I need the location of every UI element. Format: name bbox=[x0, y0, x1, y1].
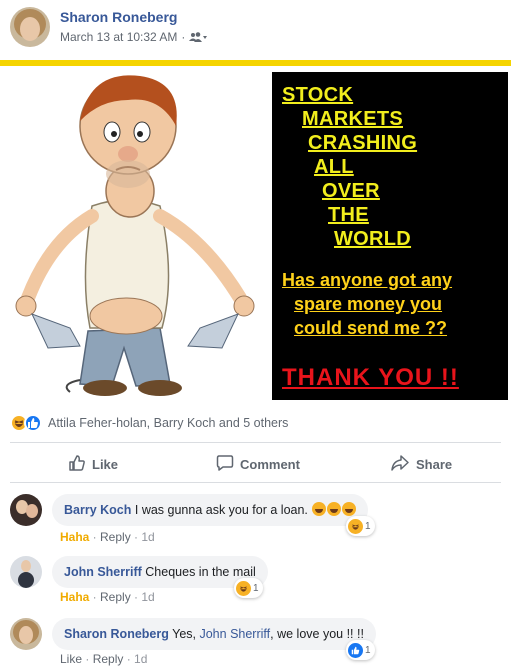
mention-link[interactable]: John Sherriff bbox=[199, 627, 270, 641]
divider bbox=[10, 442, 501, 443]
meme-thanks: THANK YOU !! bbox=[282, 364, 459, 391]
post-action-bar: Like Comment Share bbox=[0, 446, 511, 482]
meme-canvas: STOCK MARKETS CRASHING ALL OVER THE WORL… bbox=[0, 66, 511, 400]
meme-question-line: spare money you bbox=[294, 294, 443, 314]
meme-line: ALL bbox=[314, 156, 354, 178]
comment-reaction-count: 1 bbox=[365, 520, 371, 532]
meme-line: THE bbox=[328, 204, 369, 226]
comment-bubble: Sharon Roneberg Yes, John Sherriff, we l… bbox=[52, 618, 376, 650]
comment-item: Sharon Roneberg Yes, John Sherriff, we l… bbox=[10, 618, 501, 668]
comment-reaction-count: 1 bbox=[253, 582, 259, 594]
like-button-label: Like bbox=[92, 457, 119, 472]
comment-meta: Haha · Reply · 1d bbox=[60, 530, 155, 544]
friends-icon[interactable] bbox=[189, 32, 208, 42]
haha-icon bbox=[236, 580, 251, 596]
commenter-name[interactable]: Barry Koch bbox=[64, 503, 131, 517]
comment-text: , we love you !! !! bbox=[270, 627, 364, 641]
meme-line: MARKETS bbox=[302, 108, 403, 130]
meme-text-panel: STOCK MARKETS CRASHING ALL OVER THE WORL… bbox=[272, 72, 508, 400]
laughing-emoji-icon bbox=[312, 502, 327, 516]
meta-separator: · bbox=[181, 30, 186, 44]
comment-text: Yes, bbox=[172, 627, 196, 641]
comment-age[interactable]: 1d bbox=[141, 530, 154, 544]
comment-button-label: Comment bbox=[240, 457, 300, 472]
comment-reaction-count: 1 bbox=[365, 644, 371, 656]
post-header: Sharon Roneberg March 13 at 10:32 AM · bbox=[0, 0, 511, 60]
comment-meta: Like · Reply · 1d bbox=[60, 652, 148, 666]
comment-button[interactable]: Comment bbox=[216, 454, 300, 475]
comment-text: Cheques in the mail bbox=[145, 565, 256, 579]
comment-reaction-badge[interactable]: 1 bbox=[346, 516, 375, 536]
like-icon bbox=[24, 414, 42, 432]
commenter-name[interactable]: Sharon Roneberg bbox=[64, 627, 169, 641]
post-timestamp[interactable]: March 13 at 10:32 AM bbox=[60, 30, 177, 44]
author-avatar[interactable] bbox=[10, 7, 50, 47]
like-icon bbox=[348, 642, 363, 658]
post-image[interactable]: STOCK MARKETS CRASHING ALL OVER THE WORL… bbox=[0, 60, 511, 400]
laughing-emoji-icon bbox=[327, 502, 342, 516]
comment-like-link[interactable]: Like bbox=[60, 652, 82, 666]
laughing-emoji-icon bbox=[342, 502, 357, 516]
reactions-summary[interactable]: Attila Feher-holan, Barry Koch and 5 oth… bbox=[10, 412, 288, 434]
comment-text: I was gunna ask you for a loan. bbox=[134, 503, 308, 517]
comment-bubble: Barry Koch I was gunna ask you for a loa… bbox=[52, 494, 369, 526]
comment-age[interactable]: 1d bbox=[134, 652, 147, 666]
comment-age[interactable]: 1d bbox=[141, 590, 154, 604]
comment-reaction-label[interactable]: Haha bbox=[60, 590, 89, 604]
like-button[interactable]: Like bbox=[68, 454, 118, 475]
post-author-name[interactable]: Sharon Roneberg bbox=[60, 9, 177, 25]
meme-question-line: could send me ?? bbox=[294, 318, 448, 338]
reaction-names[interactable]: Attila Feher-holan, Barry Koch and 5 oth… bbox=[48, 416, 288, 430]
reply-link[interactable]: Reply bbox=[100, 530, 131, 544]
meme-line: WORLD bbox=[334, 228, 412, 250]
meme-line: STOCK bbox=[282, 84, 354, 106]
haha-icon bbox=[348, 518, 363, 534]
commenter-avatar[interactable] bbox=[10, 618, 42, 650]
commenter-avatar[interactable] bbox=[10, 556, 42, 588]
reply-link[interactable]: Reply bbox=[100, 590, 131, 604]
share-button-label: Share bbox=[416, 457, 453, 472]
reply-link[interactable]: Reply bbox=[93, 652, 124, 666]
comment-reaction-badge[interactable]: 1 bbox=[234, 578, 263, 598]
comment-bubble-icon bbox=[216, 454, 234, 475]
comment-reaction-badge[interactable]: 1 bbox=[346, 640, 375, 660]
share-button[interactable]: Share bbox=[390, 454, 452, 475]
comment-item: John Sherriff Cheques in the mail 1 Haha… bbox=[10, 556, 501, 608]
comment-item: Barry Koch I was gunna ask you for a loa… bbox=[10, 494, 501, 548]
commenter-avatar[interactable] bbox=[10, 494, 42, 526]
share-arrow-icon bbox=[390, 454, 410, 475]
meme-line: CRASHING bbox=[308, 132, 418, 154]
post-meta: March 13 at 10:32 AM · bbox=[60, 30, 208, 44]
thumbs-up-icon bbox=[68, 454, 86, 475]
divider bbox=[10, 482, 501, 483]
meme-line: OVER bbox=[322, 180, 380, 202]
cartoon-man-illustration bbox=[15, 75, 255, 396]
comment-meta: Haha · Reply · 1d bbox=[60, 590, 155, 604]
commenter-name[interactable]: John Sherriff bbox=[64, 565, 142, 579]
meme-question-line: Has anyone got any bbox=[282, 270, 453, 290]
comment-reaction-label[interactable]: Haha bbox=[60, 530, 89, 544]
